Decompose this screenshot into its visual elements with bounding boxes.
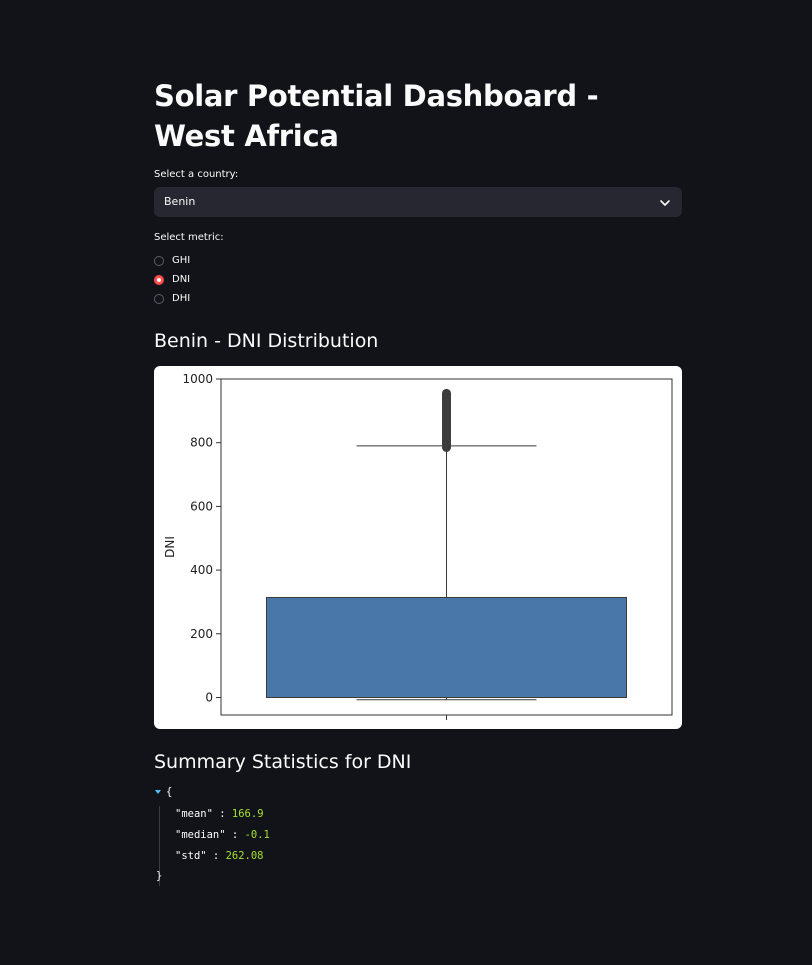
country-select-value: Benin [164,195,196,208]
y-tick-label: 800 [190,436,213,450]
country-select[interactable]: Benin [154,187,682,217]
collapse-caret-icon[interactable] [155,790,161,794]
json-separator: : [206,850,226,862]
page-title: Solar Potential Dashboard - West Africa [154,79,599,153]
y-tick-label: 600 [190,499,213,513]
y-tick-label: 400 [190,563,213,577]
y-tick-label: 0 [205,690,213,704]
radio-label: DHI [172,293,191,304]
chart-heading: Benin - DNI Distribution [154,330,379,352]
outlier-point [442,388,451,398]
json-key: "median" [175,829,226,841]
json-separator: : [212,808,232,820]
y-tick-label: 200 [190,627,213,641]
json-entry-median: "median" : -0.1 [175,829,270,841]
json-key: "mean" [175,808,213,820]
radio-circle-selected[interactable] [154,275,164,285]
metric-radio-label: Select metric: [154,232,224,243]
json-close-brace: } [156,870,163,882]
radio-label: DNI [172,274,191,285]
json-value: 166.9 [231,808,264,820]
json-value: 262.08 [225,850,264,862]
chevron-down-icon[interactable] [658,195,672,209]
json-key: "std" [175,850,207,862]
json-entry-mean: "mean" : 166.9 [175,808,264,820]
y-tick-label: 1000 [182,372,213,386]
json-separator: : [225,829,245,841]
dni-boxplot-chart: 0 200 400 600 800 1000 DNI [163,372,673,720]
json-entry-std: "std" : 262.08 [175,850,264,862]
stats-heading: Summary Statistics for DNI [154,751,412,773]
iqr-box [266,596,627,698]
json-open-brace: { [166,786,173,798]
country-select-label: Select a country: [154,169,239,180]
json-value: -0.1 [244,829,270,841]
chart-card: 0 200 400 600 800 1000 DNI [154,366,682,729]
y-axis-label: DNI [163,536,177,558]
radio-circle[interactable] [154,256,164,266]
radio-circle[interactable] [154,294,164,304]
radio-label: GHI [172,255,191,266]
